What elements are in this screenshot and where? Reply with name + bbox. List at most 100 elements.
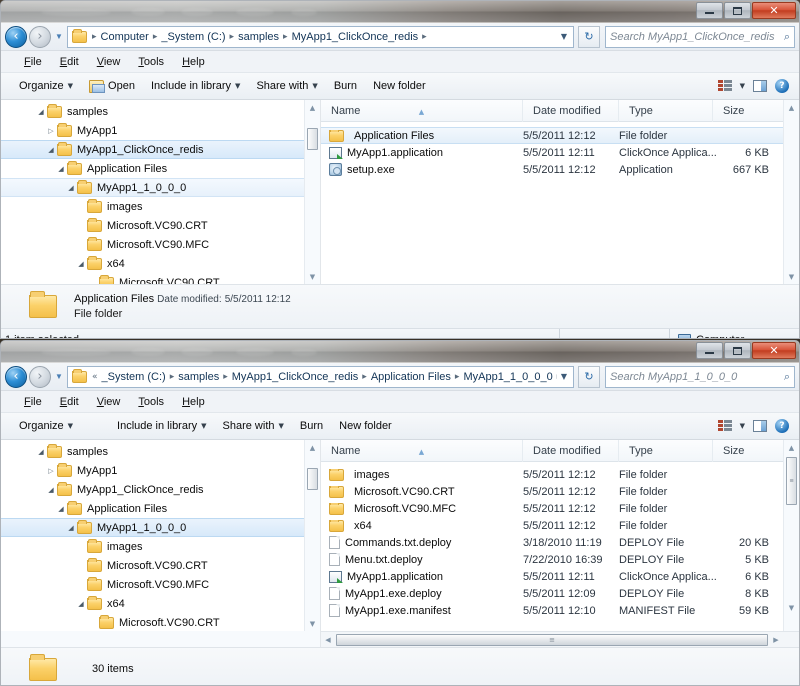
scrollbar-thumb[interactable]: ≡ xyxy=(786,457,797,505)
help-button[interactable]: ? xyxy=(771,417,793,435)
menu-tools[interactable]: Tools xyxy=(129,54,173,70)
table-row[interactable]: Menu.txt.deploy 7/22/2010 16:39 DEPLOY F… xyxy=(321,551,799,568)
menu-edit[interactable]: Edit xyxy=(51,54,88,70)
tree-item-images[interactable]: images xyxy=(1,537,320,556)
expand-arrow-icon[interactable]: ◢ xyxy=(55,505,67,513)
table-row[interactable]: MyApp1.exe.deploy 5/5/2011 12:09 DEPLOY … xyxy=(321,585,799,602)
breadcrumb-item-computer[interactable]: Computer xyxy=(99,30,151,44)
search-input[interactable]: Search MyApp1_ClickOnce_redis xyxy=(610,31,784,43)
tree-item-images[interactable]: images xyxy=(1,197,320,216)
breadcrumb-separator[interactable]: ▸ xyxy=(360,372,369,382)
scroll-down-button[interactable]: ▼ xyxy=(305,616,320,631)
menu-file[interactable]: File xyxy=(15,394,51,410)
column-date-modified[interactable]: Date modified xyxy=(523,100,619,122)
forward-button[interactable]: › xyxy=(29,365,51,388)
tree-item-vc90-crt[interactable]: Microsoft.VC90.CRT xyxy=(1,216,320,235)
scroll-down-button[interactable]: ▼ xyxy=(784,269,799,284)
include-in-library-button[interactable]: Include in library ▼ xyxy=(143,77,248,95)
breadcrumb-separator[interactable]: ▸ xyxy=(228,32,237,42)
breadcrumb-separator[interactable]: ▸ xyxy=(151,32,160,42)
refresh-button[interactable]: ↻ xyxy=(578,25,600,48)
search-box-2[interactable]: Search MyApp1_1_0_0_0 ⌕ xyxy=(605,365,795,388)
tree-item-application-files[interactable]: ◢ Application Files xyxy=(1,159,320,178)
address-dropdown-icon[interactable]: ▼ xyxy=(557,32,571,41)
file-list-hscrollbar-2[interactable]: ◀ ≡ ▶ xyxy=(321,631,799,647)
organize-button[interactable]: Organize ▼ xyxy=(11,417,81,435)
include-in-library-button[interactable]: Include in library ▼ xyxy=(109,417,214,435)
scroll-left-button[interactable]: ◀ xyxy=(322,632,334,647)
breadcrumb-item-samples[interactable]: samples xyxy=(176,370,221,384)
expand-arrow-icon[interactable]: ◢ xyxy=(65,184,77,192)
change-view-button[interactable] xyxy=(714,78,736,94)
expand-arrow-icon[interactable]: ◢ xyxy=(75,260,87,268)
table-row[interactable]: images 5/5/2011 12:12 File folder xyxy=(321,466,799,483)
scrollbar-thumb[interactable] xyxy=(307,468,318,490)
back-button[interactable]: ‹ xyxy=(5,25,27,48)
view-dropdown-button[interactable]: ▼ xyxy=(736,80,749,92)
breadcrumb-item-samples[interactable]: samples xyxy=(236,30,281,44)
new-folder-button[interactable]: New folder xyxy=(365,77,434,95)
tree-item-x64-vc90-crt[interactable]: Microsoft.VC90.CRT xyxy=(1,613,320,631)
table-row[interactable]: MyApp1.application 5/5/2011 12:11 ClickO… xyxy=(321,144,799,161)
collapse-arrow-icon[interactable]: ▷ xyxy=(45,467,57,475)
share-with-button[interactable]: Share with ▼ xyxy=(248,77,325,95)
column-date-modified[interactable]: Date modified xyxy=(523,440,619,462)
menu-view[interactable]: View xyxy=(88,54,130,70)
table-row[interactable]: setup.exe 5/5/2011 12:12 Application 667… xyxy=(321,161,799,178)
command-bar-2[interactable]: Organize ▼ Include in library ▼ Share wi… xyxy=(1,413,799,440)
maximize-button[interactable] xyxy=(724,2,751,19)
table-row[interactable]: Microsoft.VC90.MFC 5/5/2011 12:12 File f… xyxy=(321,500,799,517)
breadcrumb-separator[interactable]: ▸ xyxy=(90,32,99,42)
breadcrumb-item-application-files[interactable]: Application Files xyxy=(369,370,453,384)
navigation-pane-2[interactable]: ◢ samples ▷ MyApp1 ◢ MyApp1_ClickOnce_re… xyxy=(1,440,321,631)
expand-arrow-icon[interactable]: ◢ xyxy=(55,165,67,173)
explorer-window-2[interactable]: ✕ ‹ › ▼ « _System (C:) ▸ samples ▸ MyApp… xyxy=(0,340,800,686)
nav-pane-scrollbar-1[interactable]: ▲ ▼ xyxy=(304,100,320,284)
expand-arrow-icon[interactable]: ◢ xyxy=(35,448,47,456)
open-button[interactable]: Open xyxy=(81,77,143,96)
breadcrumb-item-myapp1-clickonce-redis[interactable]: MyApp1_ClickOnce_redis xyxy=(230,370,361,384)
close-button[interactable]: ✕ xyxy=(752,342,796,359)
tree-item-myapp1[interactable]: ▷ MyApp1 xyxy=(1,121,320,140)
breadcrumb-item-system-c[interactable]: _System (C:) xyxy=(100,370,168,384)
address-bar-2[interactable]: « _System (C:) ▸ samples ▸ MyApp1_ClickO… xyxy=(67,365,574,388)
address-dropdown-icon[interactable]: ▼ xyxy=(557,372,571,381)
menu-help[interactable]: Help xyxy=(173,54,214,70)
column-headers-1[interactable]: ▲ Name Date modified Type Size xyxy=(321,100,799,122)
search-input[interactable]: Search MyApp1_1_0_0_0 xyxy=(610,371,784,383)
breadcrumb-separator[interactable]: ▸ xyxy=(453,372,462,382)
breadcrumb-separator[interactable]: ▸ xyxy=(281,32,290,42)
breadcrumb-1[interactable]: ▸ Computer ▸ _System (C:) ▸ samples ▸ My… xyxy=(90,30,557,44)
tree-item-vc90-mfc[interactable]: Microsoft.VC90.MFC xyxy=(1,235,320,254)
navigation-pane-1[interactable]: ◢ samples ▷ MyApp1 ◢ MyApp1_ClickOnce_re… xyxy=(1,100,321,284)
scroll-up-button[interactable]: ▲ xyxy=(784,440,799,455)
help-button[interactable]: ? xyxy=(771,77,793,95)
search-box-1[interactable]: Search MyApp1_ClickOnce_redis ⌕ xyxy=(605,25,795,48)
menu-help[interactable]: Help xyxy=(173,394,214,410)
burn-button[interactable]: Burn xyxy=(326,77,365,95)
table-row[interactable]: Application Files 5/5/2011 12:12 File fo… xyxy=(321,127,799,144)
title-bar-2[interactable]: ✕ xyxy=(1,341,799,363)
refresh-button[interactable]: ↻ xyxy=(578,365,600,388)
scroll-up-button[interactable]: ▲ xyxy=(784,100,799,115)
column-name[interactable]: ▲ Name xyxy=(321,440,523,462)
table-row[interactable]: Microsoft.VC90.CRT 5/5/2011 12:12 File f… xyxy=(321,483,799,500)
window-controls-2[interactable]: ✕ xyxy=(696,342,796,359)
breadcrumb-separator[interactable]: ▸ xyxy=(168,372,177,382)
scroll-up-button[interactable]: ▲ xyxy=(305,440,320,455)
scroll-down-button[interactable]: ▼ xyxy=(784,600,799,615)
expand-arrow-icon[interactable]: ◢ xyxy=(35,108,47,116)
address-bar-1[interactable]: ▸ Computer ▸ _System (C:) ▸ samples ▸ My… xyxy=(67,25,574,48)
tree-item-x64[interactable]: ◢ x64 xyxy=(1,254,320,273)
scroll-down-button[interactable]: ▼ xyxy=(305,269,320,284)
forward-button[interactable]: › xyxy=(29,25,51,48)
new-folder-button[interactable]: New folder xyxy=(331,417,400,435)
preview-pane-button[interactable] xyxy=(749,78,771,94)
file-list-scrollbar-1[interactable]: ▲ ▼ xyxy=(783,100,799,284)
tree-item-samples[interactable]: ◢ samples xyxy=(1,102,320,121)
column-headers-2[interactable]: ▲ Name Date modified Type Size xyxy=(321,440,799,462)
tree-item-myapp1-clickonce-redis[interactable]: ◢ MyApp1_ClickOnce_redis xyxy=(1,480,320,499)
menu-tools[interactable]: Tools xyxy=(129,394,173,410)
tree-item-vc90-crt[interactable]: Microsoft.VC90.CRT xyxy=(1,556,320,575)
collapse-arrow-icon[interactable]: ▷ xyxy=(45,127,57,135)
